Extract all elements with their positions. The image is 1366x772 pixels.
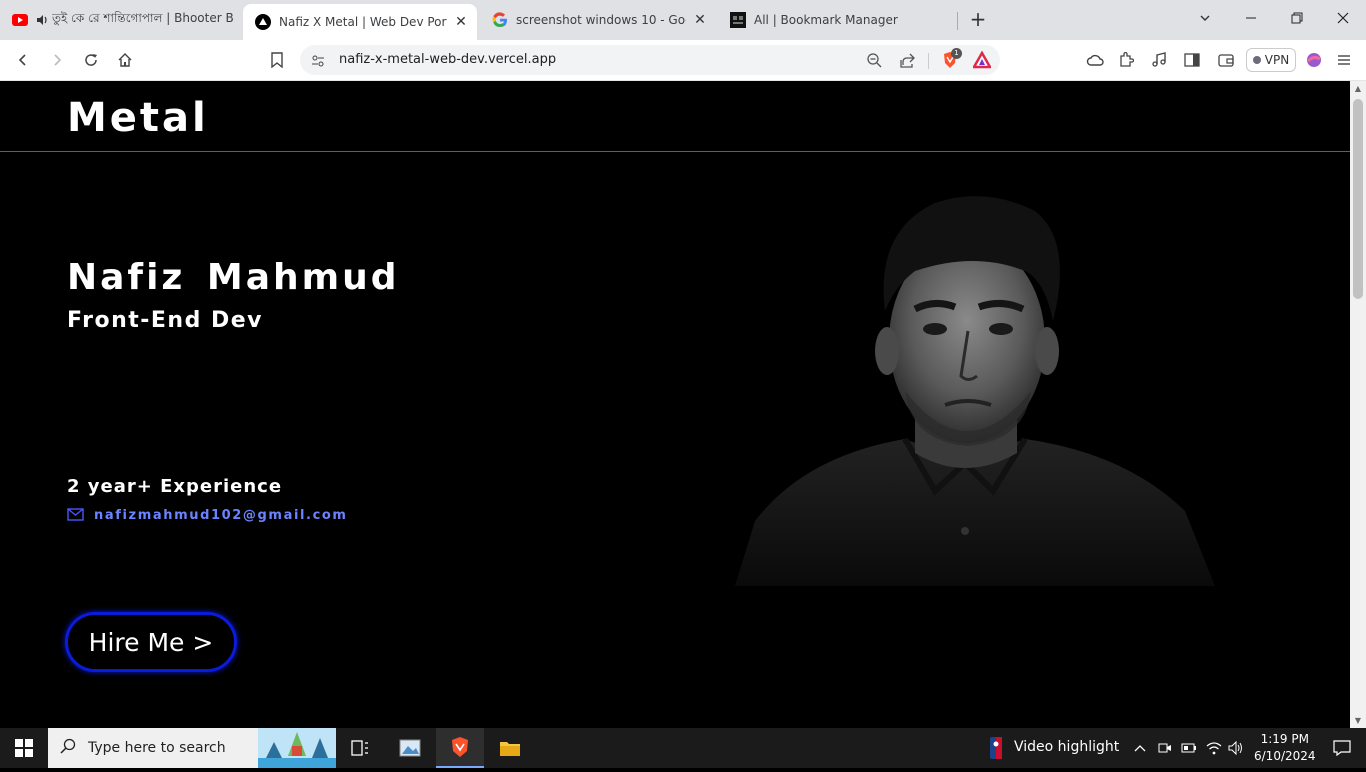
- tab-title: Nafiz X Metal | Web Dev Portfolio: [279, 15, 447, 29]
- forward-arrow-icon[interactable]: [45, 48, 69, 72]
- battery-icon[interactable]: [1179, 728, 1199, 768]
- back-arrow-icon[interactable]: [11, 48, 35, 72]
- cloud-icon[interactable]: [1083, 48, 1107, 72]
- extensions-icon[interactable]: [1114, 48, 1138, 72]
- url-text[interactable]: nafiz-x-metal-web-dev.vercel.app: [339, 52, 556, 67]
- page-scrollbar[interactable]: ▲ ▼: [1350, 81, 1366, 728]
- volume-icon[interactable]: [1226, 728, 1246, 768]
- hero-role: Front-End Dev: [67, 308, 264, 333]
- media-icon[interactable]: [1147, 48, 1171, 72]
- experience-text: 2 year+ Experience: [67, 476, 283, 497]
- search-highlight-image: [258, 728, 336, 772]
- clock-time: 1:19 PM: [1260, 732, 1309, 746]
- clock-date: 6/10/2024: [1254, 749, 1316, 763]
- tab-google[interactable]: screenshot windows 10 - Google Search ✕: [480, 6, 716, 34]
- nav-divider: [0, 151, 1350, 152]
- tab-title: All | Bookmark Manager: [754, 13, 898, 27]
- close-window-icon[interactable]: [1331, 8, 1355, 32]
- browser-toolbar: nafiz-x-metal-web-dev.vercel.app 1 VPN: [0, 40, 1366, 81]
- tab-portfolio[interactable]: Nafiz X Metal | Web Dev Portfolio ✕: [243, 4, 477, 40]
- search-placeholder: Type here to search: [88, 740, 226, 756]
- restore-icon[interactable]: [1285, 8, 1309, 32]
- brave-rewards-icon[interactable]: [971, 50, 993, 73]
- brave-taskbar-icon[interactable]: [436, 728, 484, 768]
- wifi-icon[interactable]: [1203, 728, 1225, 768]
- scroll-thumb[interactable]: [1353, 99, 1363, 299]
- twitter-icon[interactable]: [336, 713, 384, 728]
- tab-bookmarks[interactable]: All | Bookmark Manager: [718, 6, 954, 34]
- brave-shields-icon[interactable]: 1: [940, 48, 962, 74]
- close-tab-icon[interactable]: ✕: [453, 14, 469, 30]
- tab-youtube[interactable]: তুই কে রে শান্তিগোপাল | Bhooter Bhobishy…: [0, 6, 242, 34]
- tab-bar: তুই কে রে শান্তিগোপাল | Bhooter Bhobishy…: [0, 0, 1366, 40]
- site-settings-icon[interactable]: [311, 53, 325, 72]
- bookmark-manager-icon: [730, 12, 746, 28]
- tab-list-chevron-icon[interactable]: [1193, 8, 1217, 32]
- github-icon[interactable]: [474, 713, 516, 728]
- profile-avatar[interactable]: [1302, 48, 1326, 72]
- email-text[interactable]: nafizmahmud102@gmail.com: [94, 508, 348, 523]
- mail-icon: [67, 506, 84, 525]
- scroll-down-icon[interactable]: ▼: [1354, 716, 1362, 725]
- address-divider: [928, 53, 929, 69]
- vpn-status-icon: [1252, 56, 1261, 64]
- file-explorer-icon[interactable]: [486, 728, 534, 768]
- meet-now-icon[interactable]: [1155, 728, 1175, 768]
- wallet-icon[interactable]: [1214, 48, 1238, 72]
- vercel-icon: [255, 14, 271, 30]
- task-view-icon[interactable]: [336, 728, 384, 768]
- vpn-button[interactable]: VPN: [1246, 48, 1296, 72]
- share-icon[interactable]: [900, 52, 916, 72]
- minimize-icon[interactable]: [1239, 8, 1263, 32]
- email-link[interactable]: nafizmahmud102@gmail.com: [67, 506, 348, 525]
- vpn-label: VPN: [1264, 53, 1290, 67]
- site-logo[interactable]: Metal: [67, 95, 209, 141]
- page-content: Metal Nafiz Mahmud Front-End Dev 2 year+…: [0, 81, 1350, 728]
- section-heading-cutoff: [64, 713, 244, 728]
- windows-start-icon[interactable]: [0, 728, 48, 768]
- search-icon: [60, 738, 76, 758]
- bookmark-icon[interactable]: [265, 48, 289, 72]
- new-tab-button[interactable]: +: [966, 8, 990, 32]
- zoom-out-icon[interactable]: [866, 52, 882, 72]
- hero-name: Nafiz Mahmud: [67, 257, 400, 298]
- home-icon[interactable]: [113, 48, 137, 72]
- scroll-up-icon[interactable]: ▲: [1354, 84, 1362, 93]
- tray-chevron-icon[interactable]: [1130, 728, 1150, 768]
- hire-me-button[interactable]: Hire Me >: [65, 612, 237, 672]
- profile-photo: [735, 196, 1215, 586]
- address-bar[interactable]: nafiz-x-metal-web-dev.vercel.app 1: [300, 45, 1000, 75]
- system-clock[interactable]: 1:19 PM 6/10/2024: [1254, 731, 1316, 765]
- tab-separator: [957, 12, 958, 30]
- google-icon: [492, 12, 508, 28]
- video-highlight-label[interactable]: Video highlight: [1014, 739, 1119, 755]
- close-tab-icon[interactable]: ✕: [692, 12, 708, 28]
- sidebar-icon[interactable]: [1180, 48, 1204, 72]
- speaker-icon[interactable]: [36, 12, 48, 28]
- nba-icon[interactable]: [984, 728, 1008, 768]
- menu-icon[interactable]: [1332, 48, 1356, 72]
- photos-app-icon[interactable]: [386, 728, 434, 768]
- notifications-icon[interactable]: [1318, 728, 1366, 768]
- youtube-icon: [12, 12, 28, 28]
- taskbar: Type here to search Video highlight 1:19…: [0, 728, 1366, 768]
- tab-title: তুই কে রে শান্তিগোপাল | Bhooter Bhobishy…: [52, 11, 234, 25]
- taskbar-search[interactable]: Type here to search: [48, 728, 336, 768]
- reload-icon[interactable]: [79, 48, 103, 72]
- tab-title: screenshot windows 10 - Google Search: [516, 13, 686, 27]
- shields-count-badge: 1: [951, 48, 962, 59]
